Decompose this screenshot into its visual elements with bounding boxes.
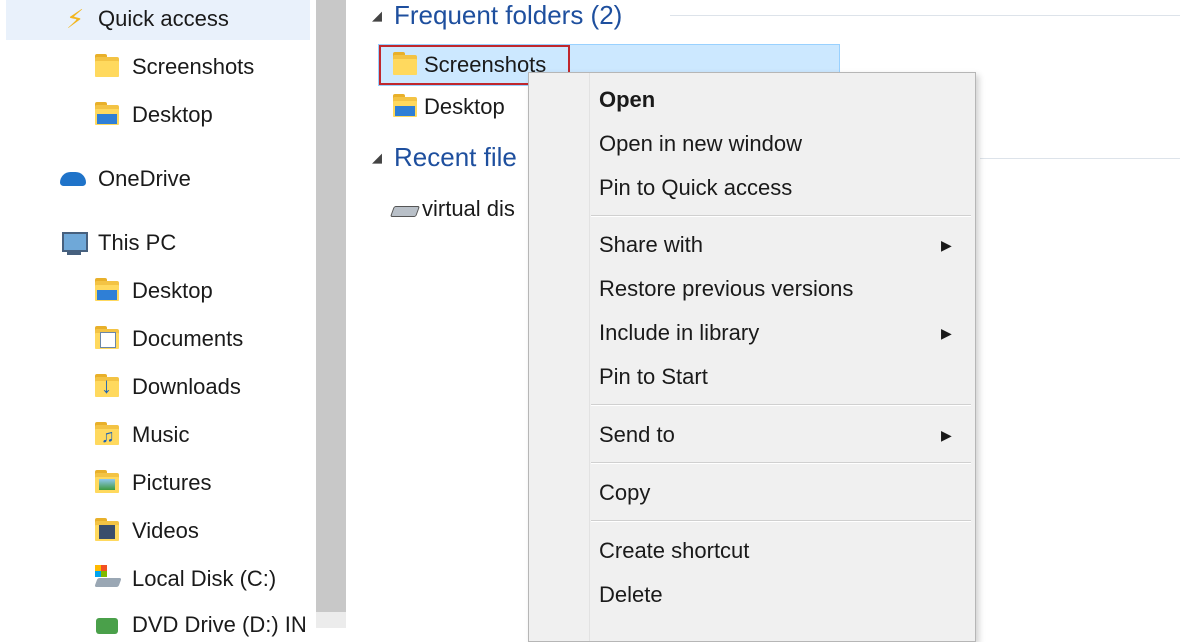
nav-pc-pictures[interactable]: Pictures	[92, 466, 211, 500]
navigation-pane: ⚡ Quick access Screenshots Desktop OneDr…	[0, 0, 316, 637]
menu-send-to-label: Send to	[599, 422, 675, 447]
menu-restore-previous-versions[interactable]: Restore previous versions	[599, 274, 853, 304]
nav-pc-documents[interactable]: Documents	[92, 322, 243, 356]
disk-image-icon	[388, 194, 421, 224]
nav-qa-screenshots[interactable]: Screenshots	[92, 50, 254, 84]
submenu-arrow-icon: ▶	[941, 325, 952, 341]
nav-onedrive[interactable]: OneDrive	[58, 162, 191, 196]
nav-qa-screenshots-label: Screenshots	[132, 54, 255, 79]
menu-share-with-label: Share with	[599, 232, 703, 257]
nav-scrollbar-thumb[interactable]	[316, 0, 346, 612]
nav-this-pc[interactable]: This PC	[58, 226, 176, 260]
nav-pc-videos[interactable]: Videos	[92, 514, 199, 548]
nav-pc-desktop-label: Desktop	[132, 278, 213, 303]
menu-create-shortcut-label: Create shortcut	[599, 538, 750, 563]
recent-files-header: Recent file	[394, 142, 517, 172]
folder-icon	[390, 50, 420, 80]
nav-pc-documents-label: Documents	[132, 326, 244, 351]
computer-icon	[58, 228, 88, 258]
menu-include-library-label: Include in library	[599, 320, 760, 345]
submenu-arrow-icon: ▶	[941, 237, 952, 253]
frequent-item-desktop-label: Desktop	[424, 94, 505, 119]
nav-pc-videos-label: Videos	[132, 518, 199, 543]
documents-icon	[92, 324, 122, 354]
recent-item-virtual-disk[interactable]: virtual dis	[388, 190, 515, 228]
nav-quick-access[interactable]: ⚡ Quick access	[58, 2, 229, 36]
menu-copy[interactable]: Copy	[599, 478, 650, 508]
menu-gutter	[589, 73, 590, 641]
submenu-arrow-icon: ▶	[941, 427, 952, 443]
nav-qa-desktop-label: Desktop	[132, 102, 213, 127]
folder-icon	[92, 52, 122, 82]
menu-delete[interactable]: Delete	[599, 580, 663, 610]
hard-drive-icon	[92, 564, 122, 594]
nav-pc-downloads[interactable]: ↓ Downloads	[92, 370, 241, 404]
menu-separator	[591, 462, 971, 464]
nav-pc-local-disk-label: Local Disk (C:)	[132, 566, 277, 591]
frequent-item-screenshots[interactable]: Screenshots	[390, 46, 546, 84]
desktop-folder-icon	[92, 276, 122, 306]
group-divider	[670, 15, 1180, 16]
nav-pc-dvd-drive-label: DVD Drive (D:) IN	[132, 612, 307, 637]
nav-this-pc-label: This PC	[98, 230, 177, 255]
menu-pin-quick-access[interactable]: Pin to Quick access	[599, 173, 792, 203]
download-icon: ↓	[92, 372, 122, 402]
menu-create-shortcut[interactable]: Create shortcut	[599, 536, 749, 566]
menu-restore-previous-label: Restore previous versions	[599, 276, 854, 301]
menu-send-to[interactable]: Send to	[599, 420, 675, 450]
menu-share-with[interactable]: Share with	[599, 230, 703, 260]
pictures-icon	[92, 468, 122, 498]
frequent-folders-group[interactable]: ◢ Frequent folders (2)	[372, 0, 622, 31]
nav-pc-desktop[interactable]: Desktop	[92, 274, 213, 308]
desktop-folder-icon	[390, 92, 420, 122]
nav-pc-dvd-drive[interactable]: DVD Drive (D:) IN	[92, 608, 307, 642]
videos-icon	[92, 516, 122, 546]
desktop-folder-icon	[92, 100, 122, 130]
menu-open-new-window[interactable]: Open in new window	[599, 129, 802, 159]
recent-files-group[interactable]: ◢ Recent file	[372, 142, 517, 173]
lightning-icon: ⚡	[66, 4, 85, 34]
nav-qa-desktop[interactable]: Desktop	[92, 98, 213, 132]
menu-separator	[591, 404, 971, 406]
nav-pc-downloads-label: Downloads	[132, 374, 241, 399]
menu-open-new-window-label: Open in new window	[599, 131, 803, 156]
context-menu: Open Open in new window Pin to Quick acc…	[528, 72, 976, 642]
nav-pc-music[interactable]: ♫ Music	[92, 418, 189, 452]
group-divider	[980, 158, 1180, 159]
nav-quick-access-label: Quick access	[98, 6, 229, 31]
menu-pin-quick-access-label: Pin to Quick access	[599, 175, 793, 200]
menu-delete-label: Delete	[599, 582, 663, 607]
frequent-folders-header: Frequent folders (2)	[394, 0, 623, 30]
menu-separator	[591, 215, 971, 217]
menu-include-in-library[interactable]: Include in library	[599, 318, 759, 348]
recent-item-virtual-disk-label: virtual dis	[422, 196, 515, 221]
collapse-triangle-icon: ◢	[372, 7, 382, 23]
frequent-item-desktop[interactable]: Desktop	[390, 88, 505, 126]
nav-pc-local-disk[interactable]: Local Disk (C:)	[92, 562, 276, 596]
menu-separator	[591, 520, 971, 522]
menu-copy-label: Copy	[599, 480, 651, 505]
menu-pin-to-start[interactable]: Pin to Start	[599, 362, 708, 392]
dvd-drive-icon	[92, 610, 122, 640]
music-icon: ♫	[92, 420, 122, 450]
collapse-triangle-icon: ◢	[372, 149, 382, 165]
nav-pc-pictures-label: Pictures	[132, 470, 212, 495]
nav-pc-music-label: Music	[132, 422, 190, 447]
nav-onedrive-label: OneDrive	[98, 166, 191, 191]
cloud-icon	[58, 164, 88, 194]
menu-open-label: Open	[599, 87, 656, 112]
menu-open[interactable]: Open	[599, 85, 655, 115]
menu-pin-start-label: Pin to Start	[599, 364, 708, 389]
